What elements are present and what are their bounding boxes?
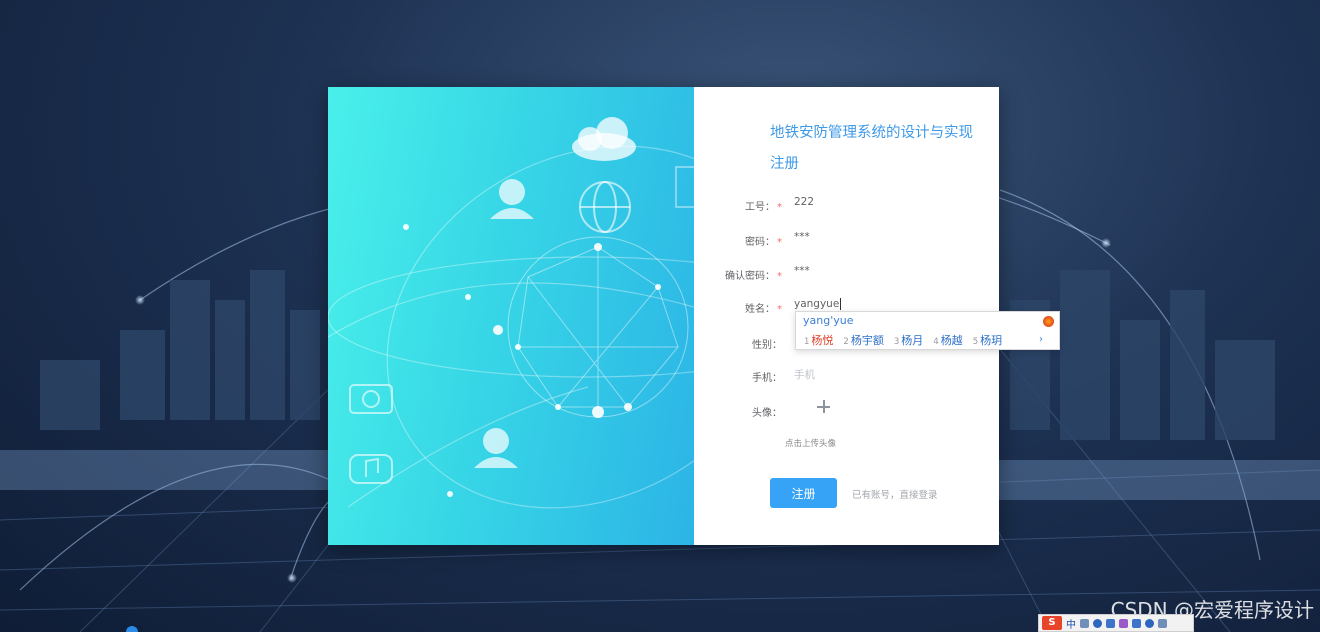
globe-icon <box>579 181 631 233</box>
field-label: 确认密码： * <box>725 271 782 282</box>
ime-candidate[interactable]: 4 杨越 <box>933 332 962 348</box>
field-password: 密码： * *** <box>694 230 999 250</box>
camera-icon <box>349 384 393 414</box>
document-icon <box>675 166 694 208</box>
ime-toolbar[interactable]: S 中 <box>1038 614 1194 632</box>
employee-id-input[interactable]: 222 <box>794 196 814 208</box>
ime-candidate[interactable]: 5 杨玥 <box>973 332 1002 348</box>
field-confirm-password: 确认密码： * *** <box>694 264 999 284</box>
ime-composition: yang'yue <box>803 314 854 327</box>
user-icon[interactable] <box>1145 618 1154 628</box>
apps-grid-icon[interactable] <box>1158 618 1167 628</box>
register-button[interactable]: 注册 <box>770 478 837 508</box>
ime-mode-label[interactable]: 中 <box>1066 616 1076 631</box>
field-label: 工号： * <box>745 202 782 213</box>
ime-candidate-window: yang'yue 1 杨悦 2 杨宇额 3 杨月 4 杨越 5 杨玥 › <box>795 311 1060 350</box>
ime-candidates: 1 杨悦 2 杨宇额 3 杨月 4 杨越 5 杨玥 <box>804 332 1002 348</box>
cloud-icon <box>572 117 636 161</box>
avatar-upload-plus-icon[interactable] <box>816 399 832 415</box>
form-title: 地铁安防管理系统的设计与实现注册 <box>770 125 973 172</box>
keyboard-icon[interactable] <box>1106 618 1115 628</box>
login-link[interactable]: 已有账号，直接登录 <box>852 487 938 501</box>
field-label: 姓名： * <box>745 304 782 315</box>
sogou-logo-icon: S <box>1042 616 1062 630</box>
taskbar-app-icon[interactable] <box>126 626 138 632</box>
microphone-icon[interactable] <box>1093 618 1102 628</box>
toolbox-icon[interactable] <box>1132 618 1141 628</box>
upload-hint: 点击上传头像 <box>785 439 837 449</box>
user-icon-2 <box>474 428 518 468</box>
ime-logo-icon <box>1043 316 1054 327</box>
punctuation-icon[interactable] <box>1080 618 1089 628</box>
field-label: 头像： <box>752 408 782 419</box>
field-label: 手机： <box>752 373 782 384</box>
field-label: 密码： * <box>745 237 782 248</box>
ime-next-page-icon[interactable]: › <box>1039 334 1043 345</box>
field-avatar: 头像： <box>694 401 999 421</box>
confirm-password-input[interactable]: *** <box>794 265 810 277</box>
text-caret <box>840 298 842 310</box>
field-phone: 手机： 手机 <box>694 366 999 386</box>
illustration-panel <box>328 87 694 545</box>
password-input[interactable]: *** <box>794 231 810 243</box>
name-input[interactable]: yangyue <box>794 298 842 310</box>
music-icon <box>349 454 393 484</box>
user-icon <box>490 179 534 219</box>
field-label: 性别： <box>752 340 782 351</box>
field-employee-id: 工号： * 222 <box>694 195 999 215</box>
skin-icon[interactable] <box>1119 618 1128 628</box>
network-illustration <box>328 117 694 509</box>
phone-input[interactable]: 手机 <box>794 367 815 382</box>
ime-candidate[interactable]: 1 杨悦 <box>804 332 833 348</box>
ime-candidate[interactable]: 3 杨月 <box>894 332 923 348</box>
ime-candidate[interactable]: 2 杨宇额 <box>843 332 883 348</box>
